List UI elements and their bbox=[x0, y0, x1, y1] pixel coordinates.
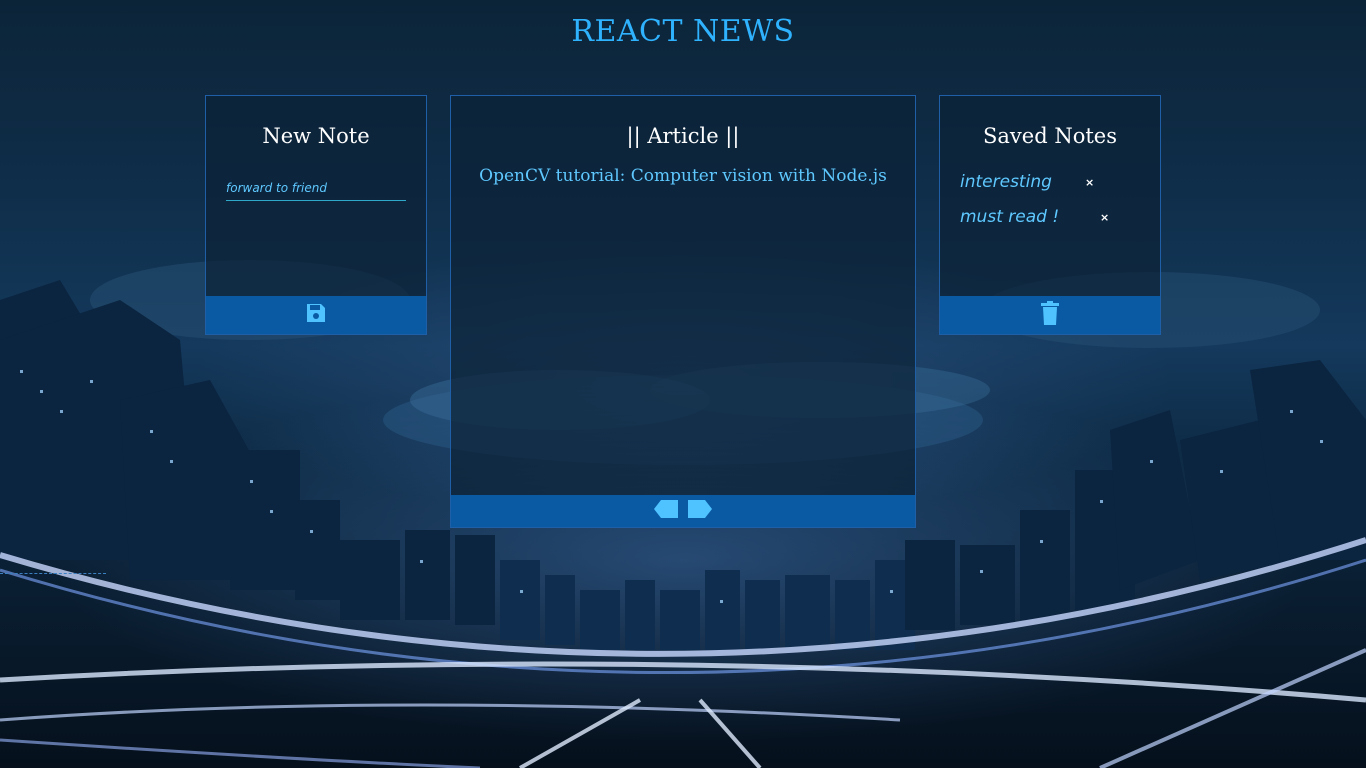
new-note-footer bbox=[206, 296, 426, 334]
divider bbox=[0, 573, 106, 574]
article-panel: || Article || OpenCV tutorial: Computer … bbox=[450, 95, 916, 528]
new-note-title: New Note bbox=[262, 124, 370, 148]
article-footer bbox=[451, 495, 915, 527]
saved-notes-footer bbox=[940, 296, 1160, 334]
article-title: || Article || bbox=[626, 124, 740, 148]
save-icon[interactable] bbox=[304, 301, 328, 329]
remove-note-button[interactable]: × bbox=[1100, 211, 1109, 224]
note-input[interactable] bbox=[226, 176, 406, 201]
saved-note-text: must read ! bbox=[960, 207, 1060, 227]
list-item: must read ! × bbox=[960, 201, 1140, 236]
saved-notes-title: Saved Notes bbox=[983, 124, 1117, 148]
remove-note-button[interactable]: × bbox=[1085, 176, 1094, 189]
arrow-left-icon[interactable] bbox=[654, 500, 680, 522]
saved-notes-panel: Saved Notes interesting × must read ! × bbox=[939, 95, 1161, 335]
list-item: interesting × bbox=[960, 166, 1140, 201]
saved-note-text: interesting bbox=[960, 172, 1052, 192]
arrow-right-icon[interactable] bbox=[686, 500, 712, 522]
app-title: REACT NEWS bbox=[571, 14, 795, 49]
article-headline-link[interactable]: OpenCV tutorial: Computer vision with No… bbox=[451, 166, 915, 186]
new-note-panel: New Note bbox=[205, 95, 427, 335]
saved-notes-list: interesting × must read ! × bbox=[960, 166, 1140, 236]
trash-icon[interactable] bbox=[1040, 301, 1060, 329]
